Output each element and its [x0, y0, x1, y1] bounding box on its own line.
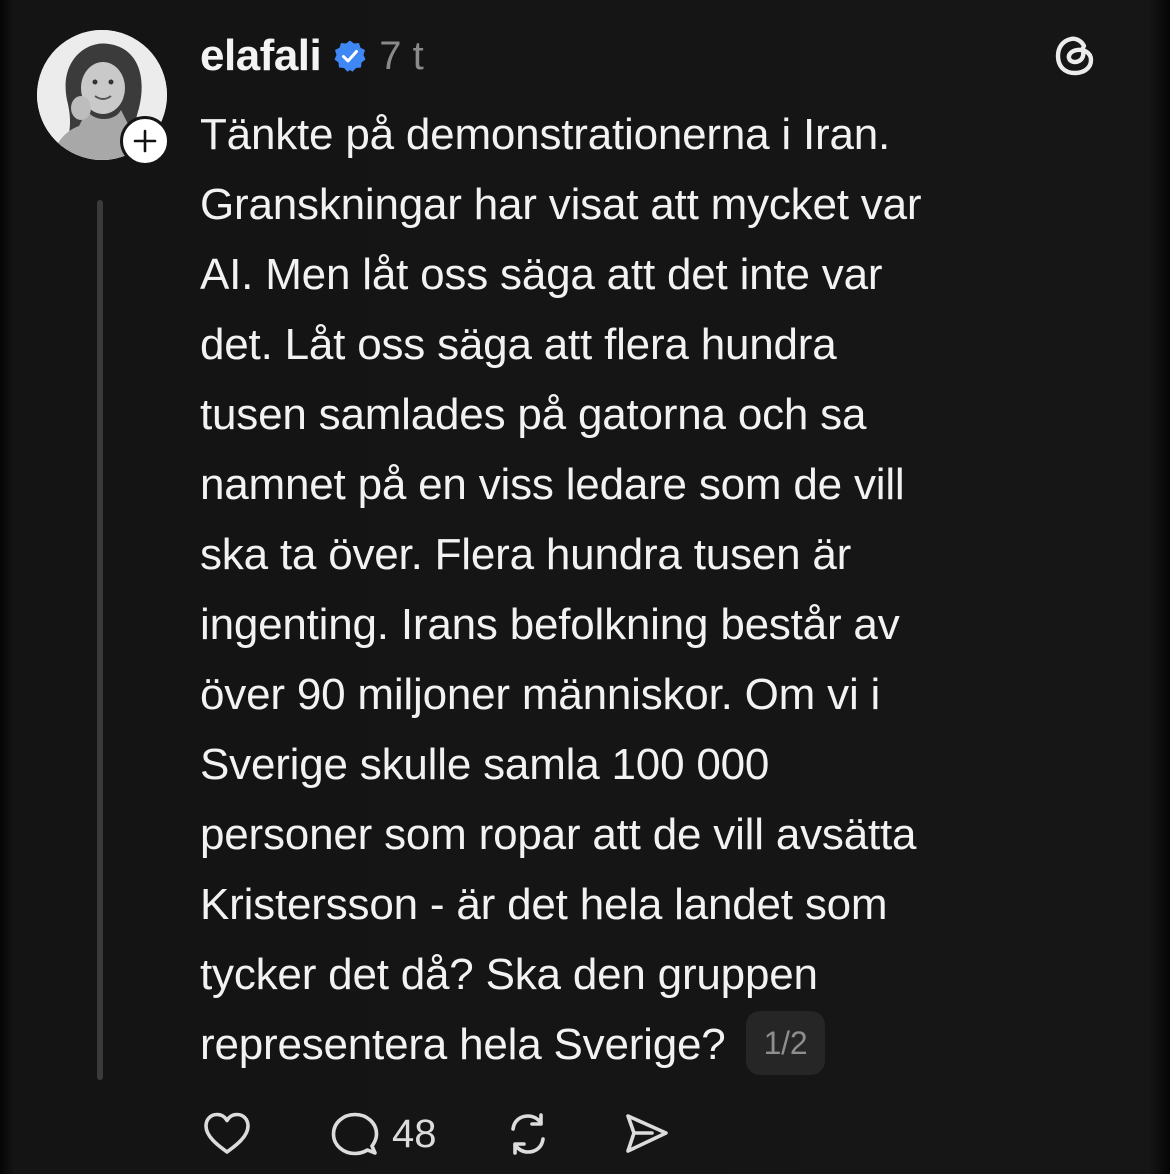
post-text-line: Sverige skulle samla 100 000 [200, 740, 770, 789]
post-text-line: personer som ropar att de vill avsätta [200, 810, 917, 859]
post-text-line-last: representera hela Sverige? 1/2 [200, 1010, 1140, 1080]
threads-post: elafali 7 t Tänkte på demonstrationerna … [0, 0, 1170, 1174]
post-timestamp: 7 t [379, 33, 424, 78]
send-icon [625, 1114, 668, 1153]
post-header: elafali 7 t [200, 28, 424, 84]
post-text-line: Granskningar har visat att mycket var [200, 180, 922, 229]
post-text-line: Tänkte på demonstrationerna i Iran. [200, 110, 891, 159]
reply-button[interactable]: 48 [328, 1107, 437, 1161]
repost-button[interactable] [501, 1107, 555, 1161]
post-text-line: Kristersson - är det hela landet som [200, 880, 888, 929]
post-body: Tänkte på demonstrationerna i Iran. Gran… [200, 100, 1140, 1080]
post-text-line: det. Låt oss säga att flera hundra [200, 320, 837, 369]
reply-count: 48 [392, 1111, 437, 1156]
verified-badge-icon [334, 40, 366, 72]
plus-icon [133, 129, 157, 153]
post-text-line: namnet på en viss ledare som de vill [200, 460, 905, 509]
username[interactable]: elafali [200, 31, 322, 81]
follow-button[interactable] [120, 116, 170, 166]
repost-icon [510, 1113, 545, 1155]
comment-icon [331, 1112, 379, 1156]
post-text-line: tusen samlades på gatorna och sa [200, 390, 867, 439]
threads-logo-icon[interactable] [1050, 30, 1100, 80]
post-text-line: AI. Men låt oss säga att det inte var [200, 250, 883, 299]
post-text-line: över 90 miljoner människor. Om vi i [200, 670, 881, 719]
post-text-line: ingenting. Irans befolkning består av [200, 600, 900, 649]
action-bar: 48 [200, 1104, 673, 1164]
page-indicator: 1/2 [745, 1011, 826, 1076]
thread-connector-line [97, 200, 103, 1080]
heart-icon [204, 1112, 250, 1154]
like-button[interactable] [200, 1107, 254, 1161]
post-text-line: tycker det då? Ska den gruppen [200, 950, 818, 999]
post-text-line: ska ta över. Flera hundra tusen är [200, 530, 852, 579]
post-text-line: representera hela Sverige? [200, 1020, 726, 1069]
share-button[interactable] [619, 1107, 673, 1161]
